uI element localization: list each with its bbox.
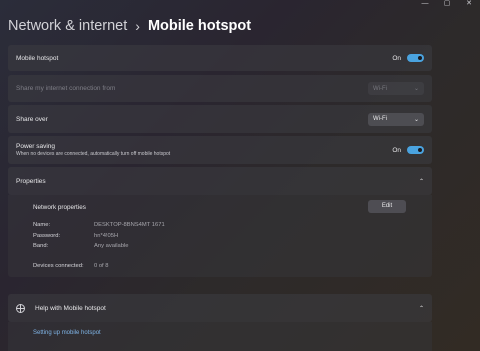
devices-connected-label: Devices connected: <box>33 263 84 269</box>
chevron-down-icon: ⌄ <box>413 86 419 92</box>
minimize-button[interactable]: — <box>414 0 436 10</box>
devices-connected-field: Devices connected: 0 of 8 <box>33 263 109 269</box>
help-header[interactable]: Help with Mobile hotspot ⌃ <box>8 294 432 322</box>
power-saving-label: Power saving <box>16 143 56 150</box>
breadcrumb-separator-icon: › <box>135 18 140 34</box>
share-over-row: Share over Wi-Fi ⌄ <box>8 105 432 133</box>
chevron-up-icon[interactable]: ⌃ <box>419 178 424 185</box>
share-from-row: Share my internet connection from Wi-Fi … <box>8 75 432 102</box>
globe-icon <box>16 303 25 313</box>
help-body <box>8 322 432 351</box>
edit-button[interactable]: Edit <box>368 200 406 213</box>
devices-connected-value: 0 of 8 <box>94 263 109 269</box>
help-title: Help with Mobile hotspot <box>35 304 106 312</box>
band-label: Band: <box>33 243 49 249</box>
share-from-value: Wi-Fi <box>373 85 387 92</box>
close-button[interactable]: ✕ <box>458 0 480 10</box>
password-field: Password: hn*4!05H <box>33 233 118 239</box>
mobile-hotspot-label: Mobile hotspot <box>16 54 59 62</box>
power-saving-description: When no devices are connected, automatic… <box>16 151 171 157</box>
share-over-dropdown[interactable]: Wi-Fi ⌄ <box>368 112 424 126</box>
network-properties-label: Network properties <box>33 204 86 211</box>
name-label: Name: <box>33 222 51 228</box>
power-saving-toggle[interactable] <box>407 146 424 154</box>
power-saving-state: On <box>392 146 401 154</box>
mobile-hotspot-state: On <box>392 54 401 62</box>
password-value: hn*4!05H <box>94 233 119 239</box>
share-from-dropdown: Wi-Fi ⌄ <box>368 82 424 95</box>
toggle-knob <box>418 148 422 152</box>
page-title: Mobile hotspot <box>147 18 252 34</box>
toggle-knob <box>418 56 422 60</box>
properties-header[interactable]: Properties ⌃ <box>8 167 432 195</box>
breadcrumb-parent[interactable]: Network & internet <box>8 18 127 34</box>
maximize-button[interactable]: ▢ <box>436 0 458 10</box>
mobile-hotspot-toggle[interactable] <box>407 54 424 62</box>
breadcrumb: Network & internet › Mobile hotspot <box>8 18 251 34</box>
password-label: Password: <box>33 233 61 239</box>
properties-title: Properties <box>16 177 46 185</box>
power-saving-row: Power saving When no devices are connect… <box>8 136 432 164</box>
name-value: DESKTOP-8BNS4MT 1671 <box>94 222 165 228</box>
chevron-up-icon[interactable]: ⌃ <box>419 305 424 312</box>
band-value: Any available <box>94 243 129 249</box>
share-over-value: Wi-Fi <box>373 116 387 122</box>
share-from-label: Share my internet connection from <box>16 85 116 92</box>
band-field: Band: Any available <box>33 243 128 249</box>
window-controls: — ▢ ✕ <box>414 0 480 10</box>
chevron-down-icon: ⌄ <box>413 116 419 123</box>
setting-up-hotspot-link[interactable]: Setting up mobile hotspot <box>33 330 101 336</box>
mobile-hotspot-row: Mobile hotspot On <box>8 45 432 71</box>
name-field: Name: DESKTOP-8BNS4MT 1671 <box>33 222 165 228</box>
share-over-label: Share over <box>16 115 48 123</box>
